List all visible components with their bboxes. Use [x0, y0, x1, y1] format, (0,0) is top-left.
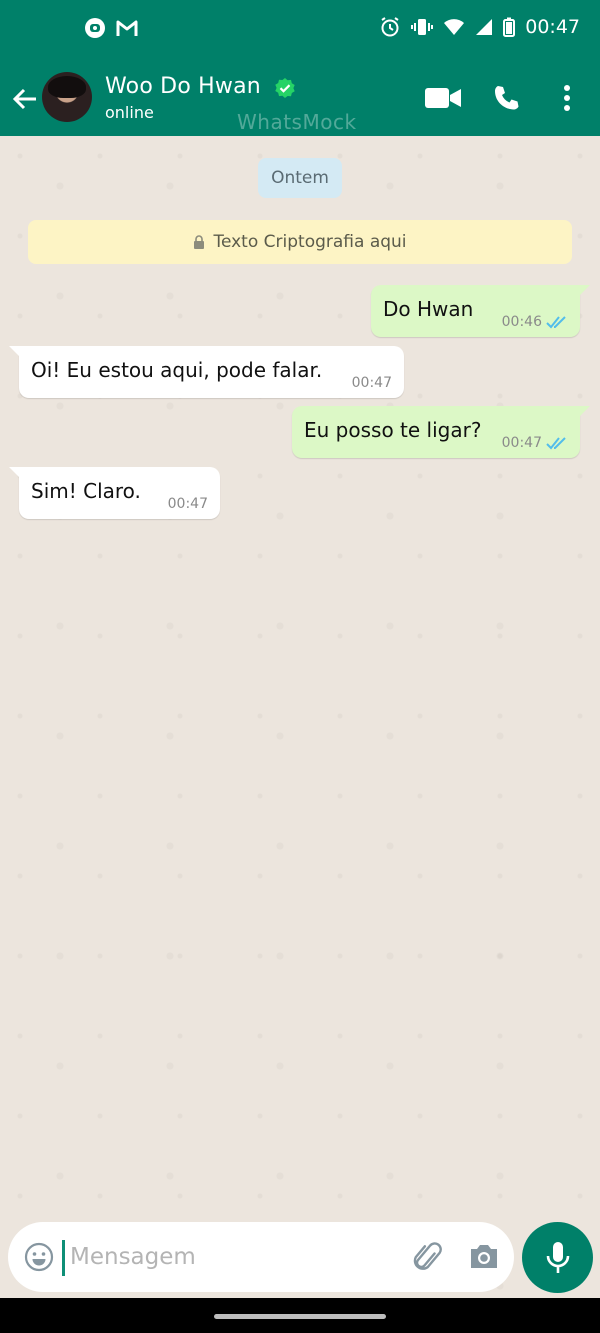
system-nav-bar — [0, 1298, 600, 1333]
message-composer — [8, 1222, 514, 1292]
message-text: Eu posso te ligar? — [304, 418, 482, 442]
contact-avatar[interactable] — [42, 72, 92, 122]
encryption-notice[interactable]: Texto Criptografia aqui — [28, 220, 572, 264]
status-bar: 00:47 — [0, 0, 600, 60]
more-options-icon[interactable] — [560, 84, 574, 112]
verified-badge-icon — [275, 78, 295, 98]
message-time: 00:46 — [501, 314, 542, 330]
back-arrow-icon[interactable] — [10, 84, 40, 114]
status-left-icons — [84, 17, 138, 39]
message-bubble-incoming[interactable]: Oi! Eu estou aqui, pode falar. 00:47 — [9, 346, 404, 398]
camera-icon[interactable] — [468, 1242, 500, 1270]
alarm-icon — [381, 17, 399, 37]
watermark: WhatsMock — [237, 110, 357, 134]
message-meta: 00:47 — [352, 375, 392, 391]
message-meta: 00:47 — [502, 435, 568, 451]
message-bubble-outgoing[interactable]: Eu posso te ligar? 00:47 — [292, 406, 590, 458]
home-gesture-handle[interactable] — [214, 1314, 386, 1319]
voice-call-icon[interactable] — [492, 84, 520, 112]
message-text: Do Hwan — [383, 297, 474, 321]
emoji-icon[interactable] — [24, 1242, 54, 1272]
gmail-icon — [116, 20, 138, 36]
video-call-icon[interactable] — [424, 86, 462, 110]
signal-icon — [476, 19, 493, 35]
message-meta: 00:47 — [168, 496, 208, 512]
status-time: 00:47 — [525, 16, 580, 38]
voice-message-button[interactable] — [522, 1222, 593, 1293]
message-bubble-incoming[interactable]: Sim! Claro. 00:47 — [9, 467, 220, 519]
read-receipt-icon — [546, 437, 566, 450]
chat-header: Woo Do Hwan online WhatsMock — [0, 60, 600, 136]
lock-icon — [194, 235, 205, 249]
text-cursor — [62, 1240, 65, 1276]
attach-icon[interactable] — [412, 1242, 446, 1276]
message-input[interactable] — [70, 1236, 400, 1278]
message-time: 00:47 — [351, 375, 392, 391]
notification-app-icon — [85, 18, 105, 38]
status-right-icons: 00:47 — [379, 16, 580, 38]
microphone-icon — [546, 1241, 569, 1273]
read-receipt-icon — [546, 316, 566, 329]
message-text: Oi! Eu estou aqui, pode falar. — [31, 358, 323, 382]
wifi-icon — [444, 19, 465, 35]
battery-icon — [503, 17, 516, 37]
message-time: 00:47 — [167, 496, 208, 512]
encryption-notice-text: Texto Criptografia aqui — [213, 232, 407, 252]
message-time: 00:47 — [501, 435, 542, 451]
date-chip-label: Ontem — [271, 168, 329, 188]
message-bubble-outgoing[interactable]: Do Hwan 00:46 — [371, 285, 590, 337]
contact-name[interactable]: Woo Do Hwan — [105, 74, 261, 99]
chat-area[interactable]: Ontem Texto Criptografia aqui Do Hwan 00… — [0, 136, 600, 1298]
message-meta: 00:46 — [502, 314, 568, 330]
message-text: Sim! Claro. — [31, 479, 141, 503]
presence-status: online — [105, 103, 154, 122]
vibrate-icon — [411, 19, 434, 35]
date-chip: Ontem — [258, 158, 342, 198]
